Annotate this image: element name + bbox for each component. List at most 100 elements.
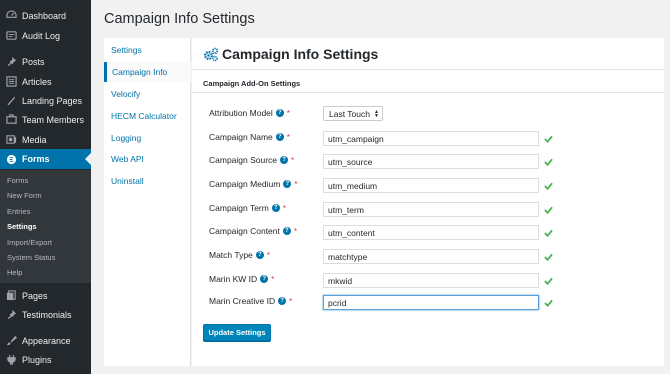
settings-nav-item-settings[interactable]: Settings [104,40,191,60]
content-title: Campaign Info Settings [203,46,378,62]
sidebar-item-label: Landing Pages [22,95,83,106]
admin-sidebar: Dashboard Audit Log Posts Articles Landi… [0,0,91,374]
check-icon [544,135,553,143]
audit-log-icon [5,30,17,42]
required-mark: * [282,203,286,213]
settings-nav-item-hecm-calculator[interactable]: HECM Calculator [104,106,191,126]
sidebar-item-label: Articles [22,76,52,87]
sidebar-item-plugins[interactable]: Plugins [0,350,91,369]
content-title-text: Campaign Info Settings [222,46,379,62]
campaign-content-input[interactable] [323,225,539,240]
match-type-input[interactable] [323,249,539,264]
campaign-name-input[interactable] [323,131,539,146]
marin-kw-id-input[interactable] [323,273,539,288]
pin-icon [5,309,17,321]
settings-nav-item-logging[interactable]: Logging [104,128,191,148]
update-settings-button[interactable]: Update Settings [203,324,271,341]
help-icon[interactable]: ? [282,227,291,235]
sidebar-item-team-members[interactable]: Team Members [0,110,91,129]
sidebar-item-posts[interactable]: Posts [0,52,91,71]
settings-nav-item-web-api[interactable]: Web API [104,149,191,169]
gears-icon [203,47,219,62]
help-icon[interactable]: ? [278,297,287,305]
sidebar-item-label: Media [22,134,47,145]
settings-nav-item-uninstall[interactable]: Uninstall [104,171,191,191]
settings-nav-item-velocify[interactable]: Velocify [104,84,191,104]
campaign-content-label: Campaign Content ? * [209,226,298,236]
help-icon[interactable]: ? [260,275,269,283]
check-icon [544,229,553,237]
sidebar-item-label: Audit Log [22,30,61,41]
sidebar-item-articles[interactable]: Articles [0,72,91,91]
sidebar-item-label: Posts [22,56,45,67]
forms-icon [5,153,17,165]
dashboard-icon [5,10,17,22]
sidebar-item-testimonials[interactable]: Testimonials [0,305,91,324]
section-divider [192,92,664,93]
submenu-item-new-form[interactable]: New Form [7,191,42,200]
submenu-item-settings[interactable]: Settings [7,222,37,231]
section-title: Campaign Add-On Settings [203,79,301,88]
sidebar-item-appearance[interactable]: Appearance [0,331,91,350]
page-title: Campaign Info Settings [104,11,255,27]
match-type-label: Match Type ? * [209,250,270,260]
sidebar-item-label: Forms [22,154,50,164]
campaign-source-label: Campaign Source ? * [209,155,295,165]
select-updown-icon: ▲ ▼ [373,108,379,119]
campaign-term-input[interactable] [323,202,539,217]
check-icon [544,158,553,166]
campaign-name-label: Campaign Name ? * [209,132,290,142]
submenu-item-help[interactable]: Help [7,268,22,277]
help-icon[interactable]: ? [275,133,284,141]
sidebar-item-audit-log[interactable]: Audit Log [0,26,91,45]
media-icon [5,134,17,146]
sidebar-item-pages[interactable]: Pages [0,286,91,305]
check-icon [544,206,553,214]
sidebar-item-forms[interactable]: Forms [0,149,91,169]
sidebar-item-label: Team Members [22,114,85,125]
check-icon [544,299,553,307]
title-divider [192,69,664,70]
help-icon[interactable]: ? [271,204,280,212]
submenu-item-entries[interactable]: Entries [7,207,30,216]
campaign-term-label: Campaign Term ? * [209,203,286,213]
settings-nav: Settings Campaign Info Velocify HECM Cal… [104,38,191,366]
check-icon [544,277,553,285]
team-members-icon [5,114,17,126]
marin-creative-id-input[interactable] [323,295,539,310]
sidebar-item-label: Pages [22,290,48,301]
plugins-icon [5,354,17,366]
submenu-item-system-status[interactable]: System Status [7,253,55,262]
help-icon[interactable]: ? [255,251,264,259]
campaign-source-input[interactable] [323,154,539,169]
required-mark: * [291,155,295,165]
required-mark: * [271,274,275,284]
current-menu-arrow [85,153,91,165]
required-mark: * [286,108,290,118]
attribution-model-label: Attribution Model ? * [209,108,290,118]
landing-pages-icon [5,95,17,107]
attribution-model-select[interactable]: Last Touch ▲ ▼ [323,106,383,121]
submenu-item-import-export[interactable]: Import/Export [7,238,52,247]
campaign-medium-input[interactable] [323,178,539,193]
sidebar-item-dashboard[interactable]: Dashboard [0,6,91,25]
forms-submenu: Forms New Form Entries Settings Import/E… [0,170,91,283]
sidebar-item-label: Appearance [22,335,71,346]
required-mark: * [286,132,290,142]
marin-creative-id-label: Marin Creative ID ? * [209,296,293,306]
sidebar-item-label: Dashboard [22,10,67,21]
required-mark: * [294,179,298,189]
sidebar-item-landing-pages[interactable]: Landing Pages [0,91,91,110]
help-icon[interactable]: ? [275,109,284,117]
help-icon[interactable]: ? [283,180,292,188]
pages-icon [5,290,17,302]
required-mark: * [293,226,298,236]
settings-nav-item-campaign-info[interactable]: Campaign Info [104,62,191,82]
help-icon[interactable]: ? [280,156,289,164]
sidebar-item-media[interactable]: Media [0,130,91,149]
required-mark: * [289,296,293,306]
appearance-icon [5,335,17,347]
required-mark: * [266,250,270,260]
articles-icon [5,76,17,88]
submenu-item-forms[interactable]: Forms [7,176,28,185]
